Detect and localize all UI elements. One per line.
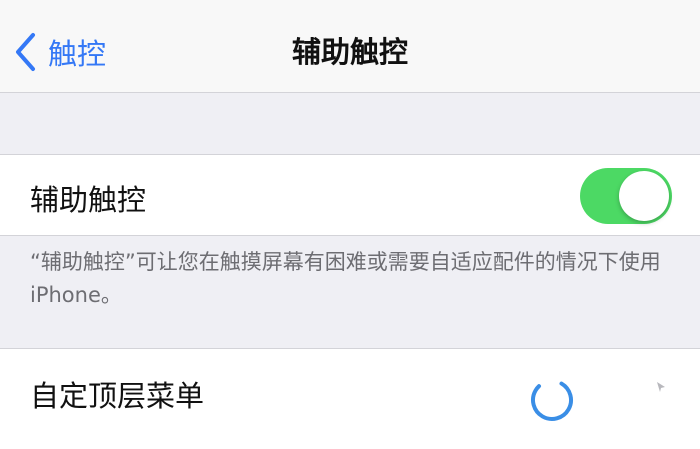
assistive-touch-description: “辅助触控”可让您在触摸屏幕有困难或需要自适应配件的情况下使用iPhone。 xyxy=(30,250,661,307)
toggle-knob xyxy=(619,171,669,221)
assistive-touch-row: 辅助触控 xyxy=(0,154,700,236)
navigation-bar: 触控 辅助触控 xyxy=(0,0,700,93)
assistive-touch-button-icon[interactable] xyxy=(528,376,576,424)
customize-menu-label: 自定顶层菜单 xyxy=(30,379,205,413)
pointer-icon xyxy=(655,378,667,392)
customize-menu-row[interactable]: 自定顶层菜单 xyxy=(0,348,700,449)
assistive-touch-label: 辅助触控 xyxy=(30,183,147,217)
assistive-touch-toggle[interactable] xyxy=(580,168,672,224)
page-title: 辅助触控 xyxy=(291,35,408,69)
